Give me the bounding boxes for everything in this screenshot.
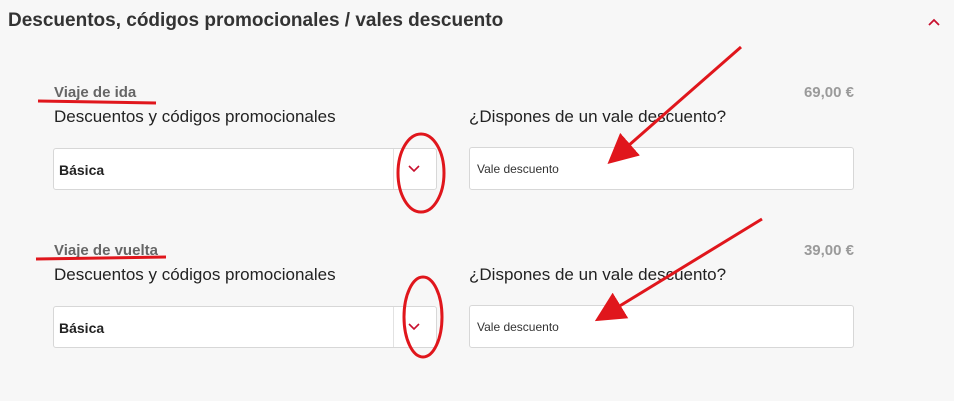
trip-price: 39,00 € [803, 242, 854, 259]
section-title: Descuentos, códigos promocionales / vale… [8, 10, 504, 31]
annotation-arrow [607, 45, 742, 164]
chevron-down-icon[interactable] [393, 307, 434, 347]
collapse-button[interactable] [924, 12, 944, 32]
voucher-input[interactable] [469, 147, 854, 190]
discount-select-value: Básica [59, 320, 105, 336]
voucher-label: ¿Dispones de un vale descuento? [469, 265, 727, 284]
discount-label: Descuentos y códigos promocionales [54, 107, 336, 126]
discount-select-value: Básica [59, 162, 105, 178]
trip-title: Viaje de ida [54, 84, 137, 101]
trip-title: Viaje de vuelta [54, 242, 158, 259]
chevron-up-icon [928, 18, 940, 26]
trip-price: 69,00 € [803, 84, 854, 101]
discount-label: Descuentos y códigos promocionales [54, 265, 336, 284]
discount-select[interactable]: Básica [53, 148, 437, 190]
voucher-input[interactable] [469, 305, 854, 348]
annotation-underline [37, 99, 157, 105]
chevron-down-icon[interactable] [393, 149, 434, 189]
voucher-label: ¿Dispones de un vale descuento? [469, 107, 727, 126]
discount-select[interactable]: Básica [53, 306, 437, 348]
